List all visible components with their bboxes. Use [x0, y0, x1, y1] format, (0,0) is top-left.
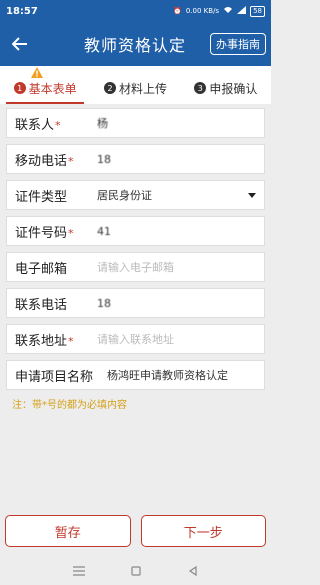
menu-icon[interactable] — [73, 561, 86, 580]
contact-input[interactable]: 杨 — [97, 115, 264, 131]
field-label: 联系人* — [15, 117, 61, 133]
step-number: 1 — [13, 82, 26, 94]
field-label: 联系电话 — [15, 297, 68, 313]
required-mark: * — [55, 118, 61, 132]
step-number: 2 — [103, 82, 116, 94]
next-step-button[interactable]: 下一步 — [140, 515, 266, 547]
mobile-field[interactable]: 移动电话* 18 — [6, 144, 265, 174]
basic-form: 联系人* 杨 移动电话* 18 证件类型 居民身份证 证件号码* 41 电子邮箱… — [0, 108, 271, 413]
step-tabs: 1 基本表单 2 材料上传 3 申报确认 — [0, 66, 271, 104]
page-title: 教师资格认定 — [83, 36, 186, 55]
back-triangle-icon[interactable] — [188, 561, 198, 580]
email-field[interactable]: 电子邮箱 请输入电子邮箱 — [6, 252, 265, 282]
chevron-down-icon — [248, 192, 256, 198]
wifi-icon — [223, 6, 233, 16]
alarm-icon: ⏰ — [173, 7, 182, 15]
address-input[interactable]: 请输入联系地址 — [97, 331, 264, 347]
arrow-left-icon — [12, 37, 27, 51]
save-draft-button[interactable]: 暂存 — [5, 515, 131, 547]
contact-field[interactable]: 联系人* 杨 — [6, 108, 265, 138]
back-button[interactable] — [0, 22, 40, 66]
app-bar: 教师资格认定 办事指南 — [0, 22, 271, 66]
field-label: 证件号码* — [15, 225, 74, 241]
tab-basic-form[interactable]: 1 基本表单 — [0, 66, 90, 104]
status-bar: 18:57 ⏰ 0.00 KB/s 58 — [0, 0, 271, 22]
field-label: 联系地址* — [15, 333, 74, 349]
system-nav-bar — [0, 555, 271, 585]
field-label: 申请项目名称 — [15, 369, 94, 385]
id-number-field[interactable]: 证件号码* 41 — [6, 216, 265, 246]
warning-icon — [31, 67, 44, 78]
email-input[interactable]: 请输入电子邮箱 — [97, 259, 264, 275]
battery-icon: 58 — [250, 5, 265, 17]
bottom-actions: 暂存 下一步 — [0, 515, 271, 551]
status-icons: ⏰ 0.00 KB/s 58 — [173, 5, 265, 17]
id-type-field[interactable]: 证件类型 居民身份证 — [6, 180, 265, 210]
field-label: 移动电话* — [15, 153, 74, 169]
address-field[interactable]: 联系地址* 请输入联系地址 — [6, 324, 265, 354]
step-number: 3 — [194, 82, 207, 94]
tab-confirm[interactable]: 3 申报确认 — [181, 66, 271, 104]
id-number-input[interactable]: 41 — [97, 225, 264, 238]
status-time: 18:57 — [6, 5, 38, 17]
tab-material-upload[interactable]: 2 材料上传 — [90, 66, 180, 104]
project-input[interactable]: 杨鸿旺申请教师资格认定 — [107, 367, 264, 383]
required-mark: * — [68, 226, 74, 240]
phone-input[interactable]: 18 — [97, 297, 264, 310]
field-label: 证件类型 — [15, 189, 68, 205]
required-mark: * — [68, 334, 74, 348]
signal-icon — [237, 6, 247, 16]
step-label: 材料上传 — [118, 81, 167, 96]
project-field[interactable]: 申请项目名称 杨鸿旺申请教师资格认定 — [6, 360, 265, 390]
id-type-select[interactable]: 居民身份证 — [97, 187, 248, 203]
step-label: 申报确认 — [209, 81, 258, 96]
guide-button[interactable]: 办事指南 — [210, 33, 266, 55]
mobile-input[interactable]: 18 — [97, 153, 264, 166]
home-icon[interactable] — [131, 561, 142, 580]
required-note: 注：带*号的都为必填内容 — [12, 400, 127, 411]
field-label: 电子邮箱 — [15, 261, 68, 277]
network-speed: 0.00 KB/s — [185, 7, 220, 15]
phone-field[interactable]: 联系电话 18 — [6, 288, 265, 318]
step-label: 基本表单 — [28, 81, 77, 96]
required-mark: * — [68, 154, 74, 168]
